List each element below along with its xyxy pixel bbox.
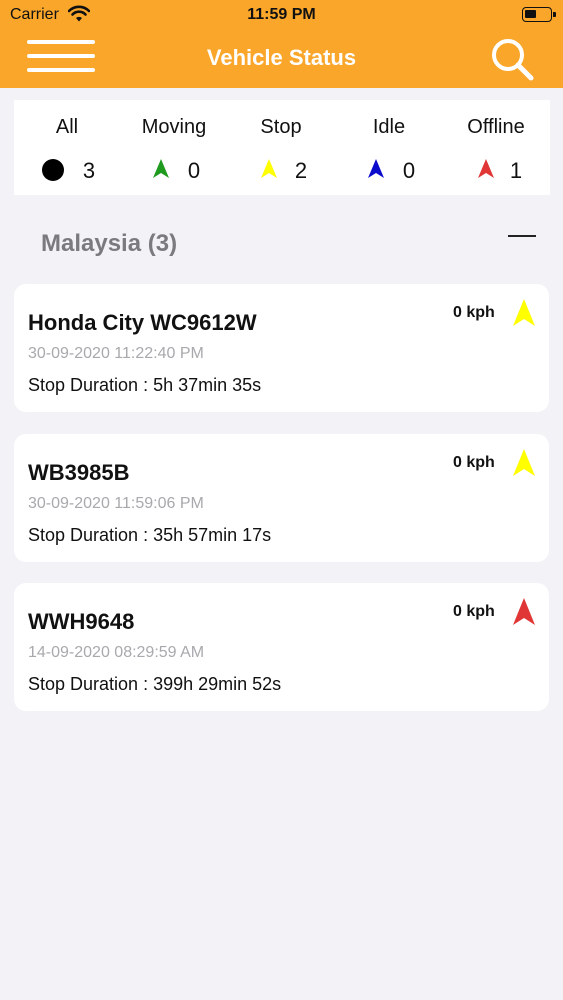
filter-stop[interactable]: Stop 2 [226,100,336,195]
vehicle-card[interactable]: Honda City WC9612W 30-09-2020 11:22:40 P… [14,284,549,412]
filter-label: Stop [260,116,302,138]
filter-all[interactable]: All 3 [12,100,122,195]
group-title[interactable]: Malaysia (3) [41,230,177,258]
nav-bar: Vehicle Status [0,30,563,88]
vehicle-speed: 0 kph [453,603,495,620]
filter-label: Idle [372,116,406,138]
filter-idle[interactable]: Idle 0 [334,100,444,195]
vehicle-speed: 0 kph [453,454,495,471]
filter-label: All [55,116,79,138]
red-arrow-icon [513,598,535,625]
filter-label: Moving [141,116,207,138]
search-icon[interactable] [488,36,536,82]
filter-label: Offline [467,116,525,138]
clock: 11:59 PM [247,6,316,23]
vehicle-name: Honda City WC9612W [28,310,257,335]
filter-moving[interactable]: Moving 0 [119,100,229,195]
filter-count: 1 [509,158,523,183]
yellow-arrow-icon [513,449,535,476]
yellow-arrow-icon [513,299,535,326]
vehicle-card[interactable]: WWH9648 14-09-2020 08:29:59 AM Stop Dura… [14,583,549,711]
vehicle-duration: Stop Duration : 399h 29min 52s [28,674,282,694]
page-title: Vehicle Status [206,45,357,70]
battery-icon [522,7,556,22]
vehicle-duration: Stop Duration : 35h 57min 17s [28,525,272,545]
status-summary: All 3 Moving 0 Stop 2 Idle 0 Offline 1 [14,100,550,195]
vehicle-speed: 0 kph [453,304,495,321]
status-bar: Carrier 11:59 PM [0,0,563,30]
vehicle-name: WWH9648 [28,609,135,634]
vehicle-duration: Stop Duration : 5h 37min 35s [28,375,262,395]
collapse-icon[interactable] [508,228,538,246]
vehicle-timestamp: 30-09-2020 11:59:06 PM [28,495,204,512]
vehicle-name: WB3985B [28,460,130,485]
vehicle-timestamp: 30-09-2020 11:22:40 PM [28,345,204,362]
filter-offline[interactable]: Offline 1 [441,100,551,195]
vehicle-timestamp: 14-09-2020 08:29:59 AM [28,644,205,661]
vehicle-card[interactable]: WB3985B 30-09-2020 11:59:06 PM Stop Dura… [14,434,549,562]
